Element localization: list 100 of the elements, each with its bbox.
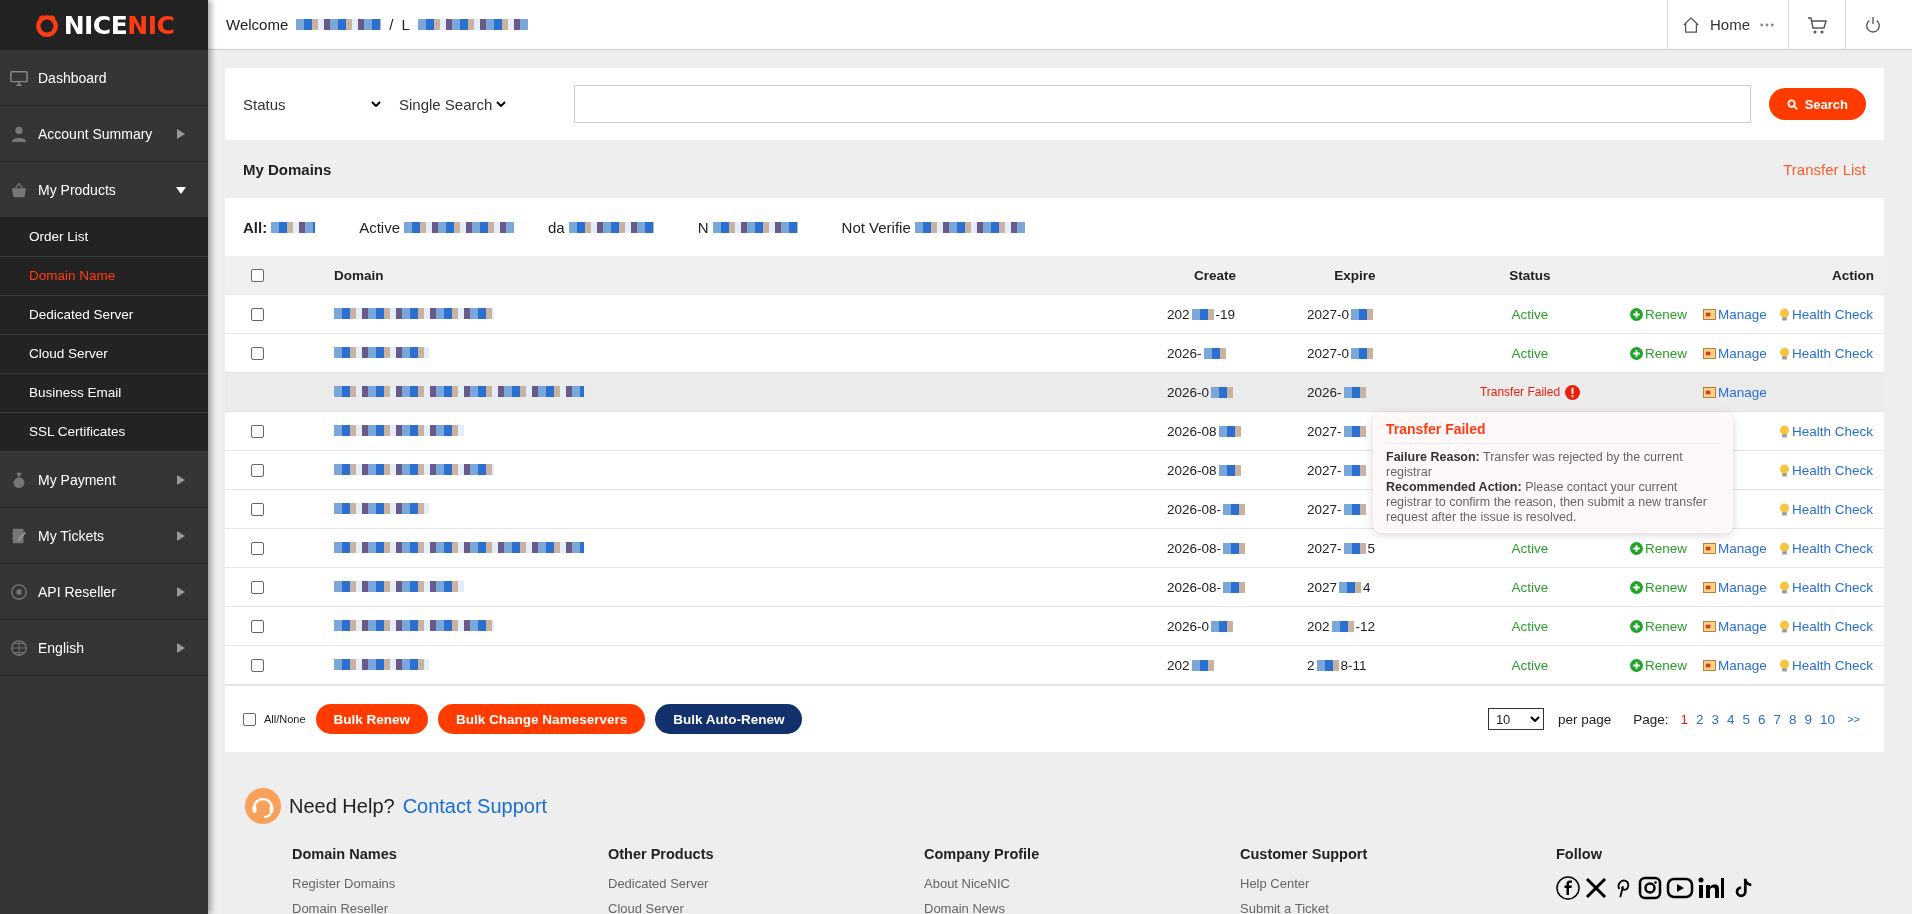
- search-icon: [1786, 98, 1798, 110]
- footer-link[interactable]: Cloud Server: [608, 901, 924, 914]
- search-field[interactable]: [574, 85, 1751, 123]
- date-text: 2027-0: [1307, 306, 1350, 322]
- page-link[interactable]: 3: [1711, 711, 1719, 727]
- filter-tab[interactable]: Active: [359, 218, 401, 236]
- submenu-item[interactable]: Domain Name: [0, 257, 208, 296]
- page-link[interactable]: 5: [1742, 711, 1751, 727]
- lightbulb-icon: [1779, 463, 1790, 477]
- filter-tab[interactable]: Not Verifie: [841, 218, 911, 236]
- social-icon[interactable]: [1584, 876, 1608, 900]
- checkbox[interactable]: [251, 346, 264, 360]
- filter-tab[interactable]: All:: [243, 218, 268, 236]
- submenu-item[interactable]: SSL Certificates: [0, 413, 208, 452]
- date-text: 5: [1367, 540, 1376, 556]
- footer-link[interactable]: About NiceNIC: [924, 876, 1240, 891]
- footer-link[interactable]: Help Center: [1240, 876, 1556, 891]
- social-icon[interactable]: [1638, 876, 1662, 900]
- page-link[interactable]: 9: [1804, 711, 1813, 727]
- logo[interactable]: NICENIC: [0, 0, 208, 50]
- checkbox[interactable]: [251, 463, 264, 477]
- panel-icon: [1703, 347, 1716, 359]
- api-icon: [10, 582, 28, 601]
- footer-link[interactable]: Domain News: [924, 901, 1240, 914]
- status-text: Active: [1511, 579, 1549, 595]
- manage-link[interactable]: Manage: [1703, 306, 1767, 322]
- status-select[interactable]: Status: [243, 95, 381, 113]
- search-mode-select[interactable]: Single Search: [399, 95, 507, 113]
- status-text: Transfer Failed: [1479, 385, 1561, 399]
- per-page-select[interactable]: 10: [1487, 708, 1544, 730]
- checkbox[interactable]: [251, 580, 264, 594]
- page-link[interactable]: 4: [1727, 711, 1735, 727]
- basket-icon: [10, 180, 28, 199]
- more-icon: [1760, 22, 1774, 27]
- manage-link[interactable]: Manage: [1703, 618, 1767, 634]
- health-check-link[interactable]: Health Check: [1779, 462, 1874, 478]
- health-check-link[interactable]: Health Check: [1779, 618, 1874, 634]
- manage-link[interactable]: Manage: [1703, 579, 1767, 595]
- bulk-button[interactable]: Bulk Renew: [315, 704, 429, 734]
- next-page-link[interactable]: >>: [1847, 713, 1860, 725]
- checkbox[interactable]: [251, 307, 264, 321]
- checkbox[interactable]: [251, 541, 264, 555]
- transfer-list-link[interactable]: Transfer List: [1783, 160, 1866, 178]
- page-link[interactable]: 7: [1773, 711, 1782, 727]
- manage-link[interactable]: Manage: [1703, 657, 1767, 673]
- renew-link[interactable]: Renew: [1630, 618, 1688, 634]
- health-check-link[interactable]: Health Check: [1779, 501, 1874, 517]
- footer-link[interactable]: Register Domains: [292, 876, 608, 891]
- column-header: Status: [1508, 267, 1552, 283]
- footer-link[interactable]: Submit a Ticket: [1240, 901, 1556, 914]
- contact-support-link[interactable]: Contact Support: [402, 794, 548, 818]
- page-link[interactable]: 10: [1820, 711, 1836, 727]
- lightbulb-icon: [1779, 658, 1790, 672]
- health-check-link[interactable]: Health Check: [1779, 540, 1874, 556]
- renew-link[interactable]: Renew: [1630, 306, 1688, 322]
- page-link[interactable]: 8: [1789, 711, 1797, 727]
- footer-link[interactable]: Domain Reseller: [292, 901, 608, 914]
- search-button[interactable]: Search: [1768, 88, 1866, 120]
- renew-link[interactable]: Renew: [1630, 540, 1688, 556]
- bulk-button[interactable]: Bulk Auto-Renew: [655, 704, 803, 734]
- submenu-item[interactable]: Cloud Server: [0, 335, 208, 374]
- footer-link[interactable]: Dedicated Server: [608, 876, 924, 891]
- bulk-button[interactable]: Bulk Change Nameservers: [438, 704, 646, 734]
- manage-link[interactable]: Manage: [1703, 540, 1767, 556]
- renew-link[interactable]: Renew: [1630, 579, 1688, 595]
- health-check-link[interactable]: Health Check: [1779, 579, 1874, 595]
- health-check-link[interactable]: Health Check: [1779, 345, 1874, 361]
- redacted-block: [1343, 386, 1366, 398]
- health-check-link[interactable]: Health Check: [1779, 657, 1874, 673]
- column-header: Expire: [1333, 267, 1377, 283]
- checkbox[interactable]: [243, 712, 256, 726]
- renew-link[interactable]: Renew: [1630, 345, 1688, 361]
- globe-icon: [10, 638, 28, 657]
- date-text: 8-11: [1340, 657, 1367, 673]
- health-check-link[interactable]: Health Check: [1779, 423, 1874, 439]
- manage-link[interactable]: Manage: [1703, 345, 1767, 361]
- home-button[interactable]: Home: [1667, 0, 1788, 49]
- date-text: 2027-: [1307, 540, 1342, 556]
- checkbox[interactable]: [251, 658, 264, 672]
- redacted-block: [1191, 659, 1214, 671]
- renew-link[interactable]: Renew: [1630, 657, 1688, 673]
- checkbox[interactable]: [251, 619, 264, 633]
- checkbox[interactable]: [251, 268, 264, 282]
- filter-tab[interactable]: N: [697, 218, 709, 236]
- page-link[interactable]: 1: [1680, 711, 1688, 727]
- checkbox[interactable]: [251, 502, 264, 516]
- submenu-item[interactable]: Order List: [0, 218, 208, 257]
- redacted-block: [271, 221, 316, 233]
- filter-tab[interactable]: da: [548, 218, 565, 236]
- health-check-link[interactable]: Health Check: [1779, 306, 1874, 322]
- page-link[interactable]: 2: [1696, 711, 1704, 727]
- submenu-item[interactable]: Business Email: [0, 374, 208, 413]
- checkbox[interactable]: [251, 424, 264, 438]
- page-link[interactable]: 6: [1758, 711, 1766, 727]
- plus-circle-icon: [1630, 619, 1643, 633]
- social-icon[interactable]: [1556, 876, 1580, 900]
- alert-icon[interactable]: [1565, 384, 1581, 400]
- manage-link[interactable]: Manage: [1703, 384, 1767, 400]
- social-icon[interactable]: [1666, 876, 1694, 900]
- submenu-item[interactable]: Dedicated Server: [0, 296, 208, 335]
